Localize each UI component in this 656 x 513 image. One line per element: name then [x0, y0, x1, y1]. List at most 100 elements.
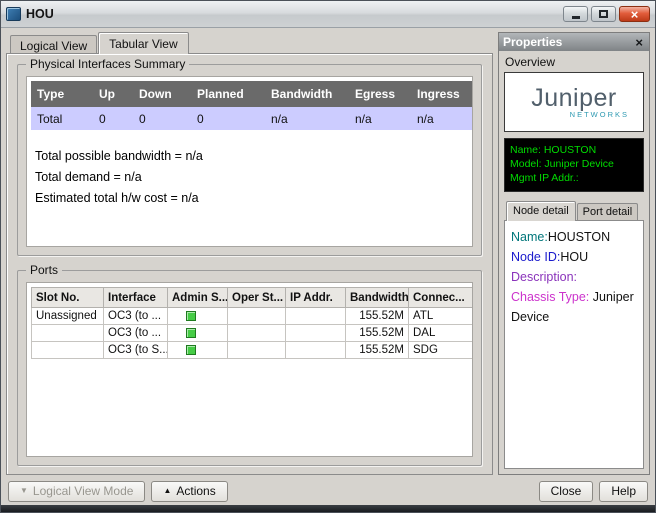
main-content: Logical View Tabular View Physical Inter…	[1, 28, 655, 477]
maximize-icon	[599, 10, 608, 18]
summary-group-inner: Type Up Down Planned Bandwidth Egress In…	[26, 76, 473, 247]
minimize-icon	[572, 16, 580, 19]
summary-total-row[interactable]: Total 0 0 0 n/a n/a n/a	[31, 107, 473, 130]
actions-label: Actions	[176, 484, 215, 498]
detail-tabstrip: Node detail Port detail	[504, 201, 644, 220]
cell-bandwidth: n/a	[265, 107, 349, 130]
tab-node-detail[interactable]: Node detail	[506, 201, 576, 221]
cell-bandwidth: 155.52M	[346, 308, 409, 325]
app-window: HOU × Logical View Tabular View Physical…	[0, 0, 656, 513]
view-tabstrip: Logical View Tabular View	[6, 32, 493, 53]
properties-title: Properties	[503, 35, 562, 49]
summary-header-ingress: Ingress	[411, 81, 473, 107]
summary-header-planned: Planned	[191, 81, 265, 107]
summary-table: Type Up Down Planned Bandwidth Egress In…	[31, 81, 473, 130]
tabular-view-panel: Physical Interfaces Summary Type Up	[6, 53, 493, 475]
ports-table: Slot No. Interface Admin S... Oper St...…	[31, 287, 473, 359]
cell-slot-no	[32, 325, 104, 342]
note-total-possible-bandwidth: Total possible bandwidth = n/a	[35, 146, 466, 167]
cell-type: Total	[31, 107, 93, 130]
detail-value: HOU	[560, 250, 588, 264]
summary-header-egress: Egress	[349, 81, 411, 107]
overview-label: Overview	[505, 55, 644, 69]
note-total-demand: Total demand = n/a	[35, 167, 466, 188]
properties-header[interactable]: Properties ×	[499, 33, 649, 51]
detail-line-description: Description:	[511, 267, 637, 287]
summary-notes: Total possible bandwidth = n/a Total dem…	[35, 146, 466, 209]
juniper-logo-name: Juniper	[531, 85, 617, 111]
summary-header-type: Type	[31, 81, 93, 107]
ports-header-admin-status[interactable]: Admin S...	[168, 288, 228, 308]
node-detail-pane: Name:HOUSTON Node ID:HOU Description: Ch…	[504, 220, 644, 469]
detail-line-name: Name:HOUSTON	[511, 227, 637, 247]
titlebar[interactable]: HOU ×	[1, 1, 655, 28]
cell-slot-no: Unassigned	[32, 308, 104, 325]
console-line-mgmt-ip: Mgmt IP Addr.:	[510, 171, 638, 185]
properties-body: Overview Juniper NETWORKS Name: HOUSTON …	[499, 51, 649, 474]
cell-oper-status	[228, 325, 286, 342]
group-title: Ports	[26, 263, 62, 277]
ports-header-interface[interactable]: Interface	[104, 288, 168, 308]
ports-header-oper-status[interactable]: Oper St...	[228, 288, 286, 308]
detail-label: Node ID:	[511, 250, 560, 264]
cell-interface: OC3 (to ...	[104, 308, 168, 325]
detail-value: HOUSTON	[548, 230, 610, 244]
cell-interface: OC3 (to S...	[104, 342, 168, 359]
summary-header-bandwidth: Bandwidth	[265, 81, 349, 107]
cell-connected: ATL	[409, 308, 474, 325]
ports-header-ip-addr[interactable]: IP Addr.	[286, 288, 346, 308]
summary-header-up: Up	[93, 81, 133, 107]
detail-label: Name:	[511, 230, 548, 244]
window-controls: ×	[563, 6, 650, 22]
ports-header-row: Slot No. Interface Admin S... Oper St...…	[32, 288, 474, 308]
console-line-model: Model: Juniper Device	[510, 157, 638, 171]
properties-close-button[interactable]: ×	[633, 36, 645, 49]
juniper-logo-networks: NETWORKS	[570, 110, 629, 119]
ports-header-slot-no[interactable]: Slot No.	[32, 288, 104, 308]
window-icon	[6, 7, 21, 21]
tab-tabular-view[interactable]: Tabular View	[98, 32, 188, 54]
cell-connected: SDG	[409, 342, 474, 359]
summary-header-down: Down	[133, 81, 191, 107]
ports-header-connected[interactable]: Connec...	[409, 288, 474, 308]
cell-oper-status	[228, 342, 286, 359]
ports-row[interactable]: Unassigned OC3 (to ... 155.52M ATL	[32, 308, 474, 325]
cell-slot-no	[32, 342, 104, 359]
status-up-icon	[186, 328, 196, 338]
help-button[interactable]: Help	[599, 481, 648, 502]
ports-group: Ports Slot No. Interface A	[17, 270, 482, 466]
detail-label: Chassis Type:	[511, 290, 593, 304]
cell-interface: OC3 (to ...	[104, 325, 168, 342]
tab-port-detail[interactable]: Port detail	[577, 203, 639, 220]
ports-row[interactable]: OC3 (to ... 155.52M DAL	[32, 325, 474, 342]
close-window-button[interactable]: ×	[619, 6, 650, 22]
left-pane: Logical View Tabular View Physical Inter…	[6, 32, 493, 475]
detail-line-node-id: Node ID:HOU	[511, 247, 637, 267]
actions-button[interactable]: ▲ Actions	[151, 481, 227, 502]
detail-label: Description:	[511, 270, 577, 284]
cell-ip-addr	[286, 342, 346, 359]
close-button[interactable]: Close	[539, 481, 594, 502]
ports-row[interactable]: OC3 (to S... 155.52M SDG	[32, 342, 474, 359]
ports-header-bandwidth[interactable]: Bandwidth	[346, 288, 409, 308]
cell-bandwidth: 155.52M	[346, 325, 409, 342]
maximize-button[interactable]	[591, 6, 616, 22]
cell-oper-status	[228, 308, 286, 325]
status-up-icon	[186, 345, 196, 355]
group-title: Physical Interfaces Summary	[26, 57, 189, 71]
console-line-name: Name: HOUSTON	[510, 143, 638, 157]
minimize-button[interactable]	[563, 6, 588, 22]
juniper-logo: Juniper NETWORKS	[504, 72, 644, 132]
note-estimated-cost: Estimated total h/w cost = n/a	[35, 188, 466, 209]
tab-logical-view[interactable]: Logical View	[10, 35, 97, 53]
properties-panel: Properties × Overview Juniper NETWORKS N…	[498, 32, 650, 475]
cell-admin-status	[168, 308, 228, 325]
logical-view-mode-button[interactable]: ▼ Logical View Mode	[8, 481, 145, 502]
cell-bandwidth: 155.52M	[346, 342, 409, 359]
cell-ingress: n/a	[411, 107, 473, 130]
physical-interfaces-summary-group: Physical Interfaces Summary Type Up	[17, 64, 482, 256]
detail-line-chassis-type: Chassis Type: Juniper Device	[511, 287, 637, 327]
status-up-icon	[186, 311, 196, 321]
cell-connected: DAL	[409, 325, 474, 342]
cell-down: 0	[133, 107, 191, 130]
